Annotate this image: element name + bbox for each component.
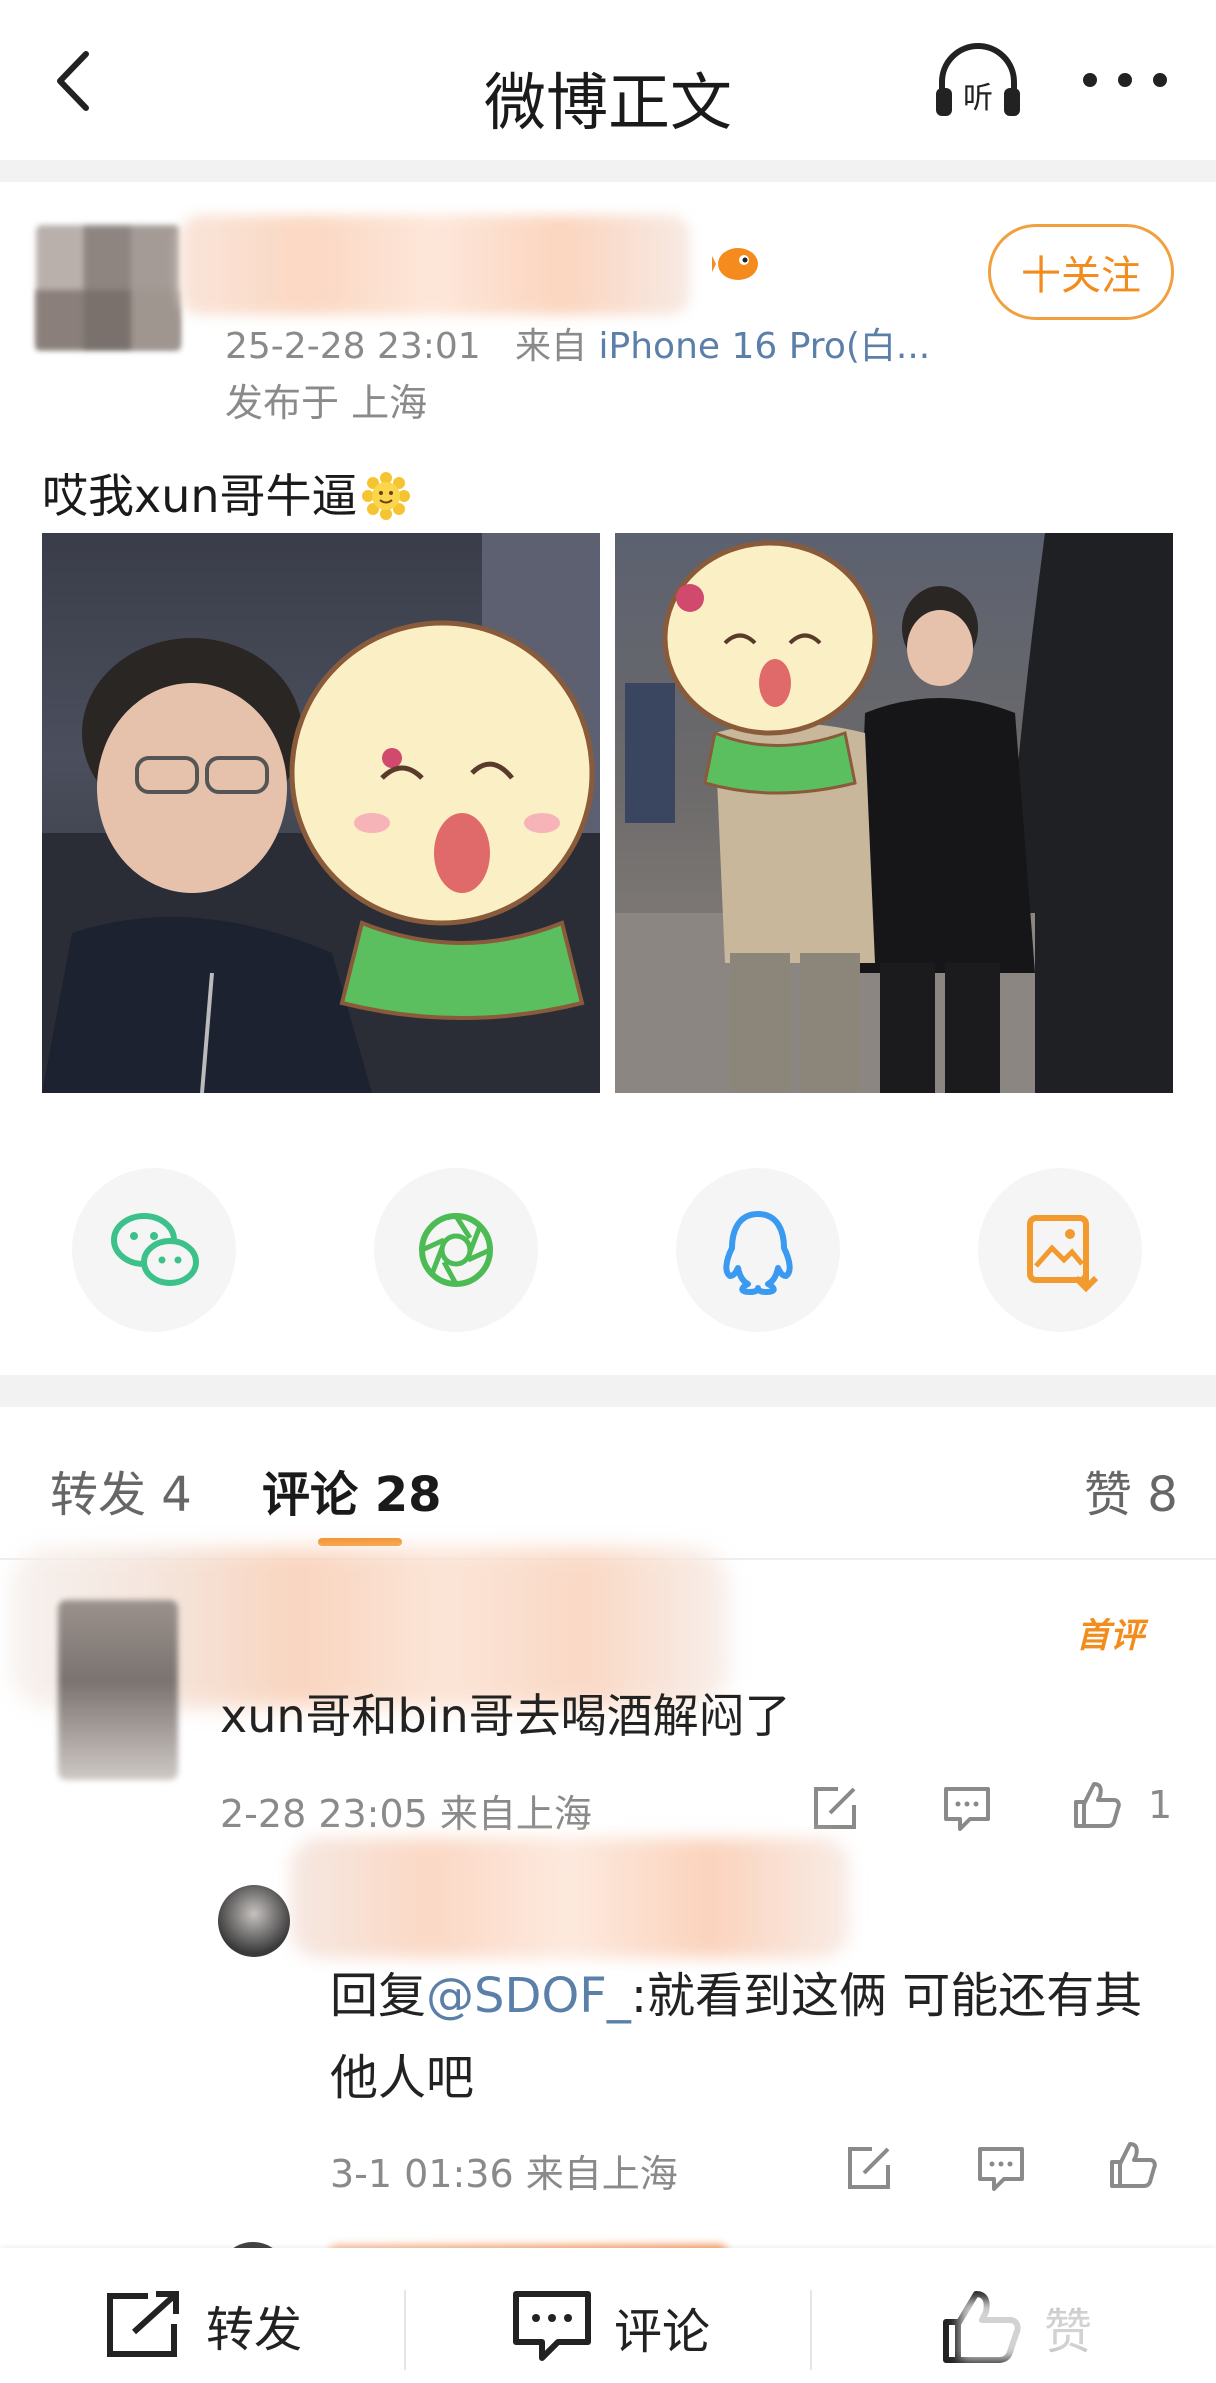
post-meta: 25-2-28 23:01 来自 iPhone 16 Pro(白... — [225, 317, 930, 369]
reply-like-icon[interactable] — [1108, 2140, 1158, 2190]
moments-icon — [419, 1213, 493, 1287]
share-wechat-button[interactable] — [72, 1168, 236, 1332]
page-title: 微博正文 — [483, 66, 732, 139]
post-text: 哎我xun哥牛逼 — [42, 460, 410, 526]
save-image-icon — [1027, 1215, 1099, 1293]
reply-reply-icon[interactable] — [976, 2143, 1026, 2193]
bottom-comment-button[interactable]: 评论 — [512, 2290, 710, 2364]
author-name-blurred[interactable] — [180, 215, 690, 315]
comment-like-count: 1 — [1148, 1783, 1173, 1827]
bottom-separator — [810, 2290, 812, 2370]
follow-button[interactable]: 十关注 — [988, 224, 1174, 320]
post-image-1[interactable] — [42, 533, 600, 1093]
svg-text:听: 听 — [963, 81, 993, 116]
post-image-2[interactable] — [615, 533, 1173, 1093]
author-avatar-blurred-lower — [36, 290, 180, 350]
comment-icon — [513, 2291, 591, 2361]
reply-mention-link[interactable]: @SDOF_ — [426, 1968, 631, 2024]
section-divider — [0, 1375, 1216, 1407]
image-2-content — [615, 533, 1173, 1093]
post-time: 25-2-28 23:01 — [225, 326, 481, 367]
share-moments-button[interactable] — [374, 1168, 538, 1332]
bottom-repost-label: 转发 — [206, 2302, 303, 2358]
comment-meta: 2-28 23:05 来自上海 — [220, 1792, 592, 1836]
image-1-content — [42, 533, 600, 1093]
reply-text: 回复@SDOF_:就看到这俩 可能还有其他人吧 — [330, 1955, 1160, 2119]
qq-icon — [723, 1211, 793, 1295]
replier-avatar[interactable] — [218, 1885, 290, 1957]
comment-repost-icon[interactable] — [810, 1783, 860, 1833]
first-comment-badge: 首评 — [1076, 1616, 1144, 1656]
wechat-icon — [111, 1213, 199, 1286]
post-text-content: 哎我xun哥牛逼 — [42, 469, 358, 523]
reply-repost-icon[interactable] — [844, 2143, 894, 2193]
tab-repost[interactable]: 转发 4 — [50, 1455, 192, 1525]
bottom-separator — [404, 2290, 406, 2370]
comment-reply-icon[interactable] — [942, 1783, 992, 1833]
comment-like-icon[interactable] — [1072, 1780, 1122, 1830]
listen-headphone-icon[interactable]: 听 — [930, 42, 1026, 122]
post-source[interactable]: iPhone 16 Pro(白... — [599, 326, 931, 367]
tab-like[interactable]: 赞 8 — [1084, 1455, 1178, 1525]
reply-meta: 3-1 01:36 来自上海 — [330, 2152, 678, 2196]
active-tab-indicator — [318, 1538, 402, 1546]
sunflower-emoji-icon — [361, 472, 410, 520]
repost-icon — [107, 2291, 179, 2357]
watermark-blur — [960, 2300, 1160, 2360]
bottom-repost-button[interactable]: 转发 — [104, 2290, 302, 2360]
save-image-button[interactable] — [978, 1168, 1142, 1332]
replier-name-blurred[interactable] — [290, 1838, 850, 1958]
fish-badge-icon — [712, 248, 758, 280]
post-location: 发布于 上海 — [225, 381, 428, 425]
comment-text: xun哥和bin哥去喝酒解闷了 — [220, 1689, 791, 1743]
bottom-comment-label: 评论 — [614, 2304, 711, 2360]
more-options-icon[interactable] — [1080, 70, 1170, 90]
share-qq-button[interactable] — [676, 1168, 840, 1332]
commenter-avatar-blurred[interactable] — [58, 1600, 178, 1780]
tab-comment[interactable]: 评论 28 — [262, 1455, 442, 1525]
section-divider — [0, 160, 1216, 182]
source-prefix: 来自 — [515, 326, 588, 367]
reply-prefix: 回复 — [330, 1968, 427, 2024]
